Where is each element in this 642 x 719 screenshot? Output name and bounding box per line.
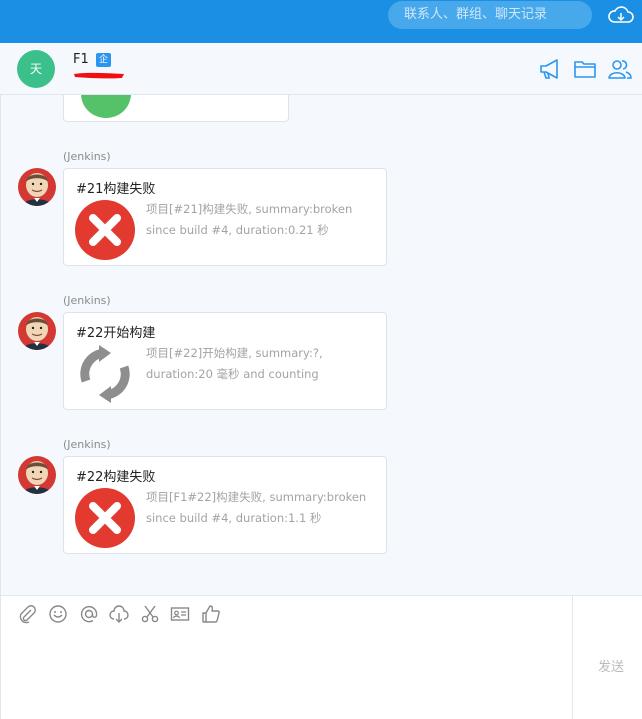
message-composer[interactable] bbox=[0, 595, 572, 719]
card-title: #22开始构建 bbox=[76, 326, 156, 341]
card-description: 项目[#22]开始构建, summary:?, duration:20 毫秒 a… bbox=[146, 346, 323, 381]
jenkins-avatar[interactable] bbox=[18, 312, 56, 350]
redaction-mark bbox=[74, 72, 124, 79]
enterprise-badge: 企 bbox=[96, 53, 111, 67]
send-pane: 发送 bbox=[572, 595, 642, 719]
jenkins-avatar[interactable] bbox=[18, 168, 56, 206]
message-list[interactable]: (Jenkins) #21构建失败 项目[#21]构建失败, summary:b… bbox=[0, 95, 642, 595]
success-check-icon bbox=[81, 95, 131, 118]
scissors-icon[interactable] bbox=[140, 604, 160, 624]
build-notification-card[interactable]: #21构建失败 项目[#21]构建失败, summary:broken sinc… bbox=[63, 168, 387, 266]
chat-name: F1 bbox=[73, 52, 89, 67]
message-sender: (Jenkins) bbox=[63, 150, 111, 163]
card-description: 项目[#21]构建失败, summary:broken since build … bbox=[146, 202, 353, 237]
refresh-icon bbox=[80, 345, 130, 403]
chat-avatar[interactable]: 天 bbox=[17, 50, 55, 88]
previous-message-card bbox=[63, 95, 289, 122]
thumbs-up-icon[interactable] bbox=[201, 604, 221, 624]
build-notification-card[interactable]: #22构建失败 项目[F1#22]构建失败, summary:broken si… bbox=[63, 456, 387, 554]
search-input[interactable]: 联系人、群组、聊天记录 bbox=[388, 1, 592, 29]
send-button[interactable]: 发送 bbox=[598, 656, 624, 675]
at-icon[interactable] bbox=[79, 604, 99, 624]
emoji-icon[interactable] bbox=[48, 604, 68, 624]
announcement-icon[interactable] bbox=[538, 58, 562, 80]
top-bar: 联系人、群组、聊天记录 bbox=[0, 0, 642, 43]
paperclip-icon[interactable] bbox=[17, 604, 37, 624]
cloud-download-icon[interactable] bbox=[109, 604, 129, 624]
card-title: #22构建失败 bbox=[76, 470, 156, 485]
jenkins-avatar[interactable] bbox=[18, 456, 56, 494]
failure-x-icon bbox=[75, 488, 135, 548]
message-sender: (Jenkins) bbox=[63, 294, 111, 307]
card-description: 项目[F1#22]构建失败, summary:broken since buil… bbox=[146, 490, 367, 525]
build-notification-card[interactable]: #22开始构建 项目[#22]开始构建, summary:?, duration… bbox=[63, 312, 387, 410]
members-icon[interactable] bbox=[608, 58, 632, 80]
cloud-sync-icon[interactable] bbox=[607, 3, 635, 27]
folder-icon[interactable] bbox=[573, 58, 597, 80]
card-title: #21构建失败 bbox=[76, 182, 156, 197]
message-sender: (Jenkins) bbox=[63, 438, 111, 451]
failure-x-icon bbox=[75, 200, 135, 260]
chat-header: 天 F1 企 bbox=[0, 43, 642, 95]
contact-card-icon[interactable] bbox=[170, 604, 190, 624]
